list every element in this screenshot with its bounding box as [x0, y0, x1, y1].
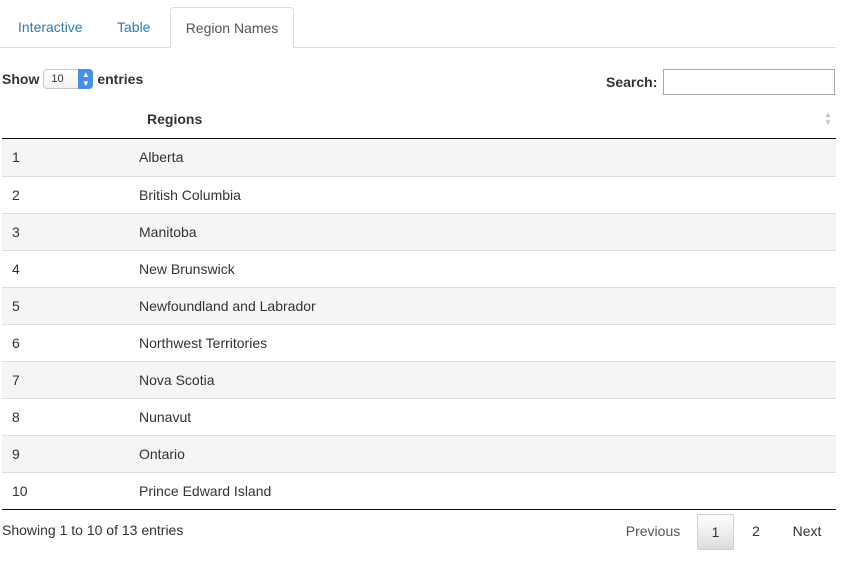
table-row: 4 New Brunswick — [2, 250, 836, 287]
table-row: 8 Nunavut — [2, 398, 836, 435]
row-number: 3 — [12, 224, 20, 240]
length-suffix-label: entries — [97, 71, 144, 87]
table-row: 1 Alberta — [2, 139, 836, 176]
table-row: 6 Northwest Territories — [2, 324, 836, 361]
region-name: Alberta — [139, 149, 184, 165]
table-row: 7 Nova Scotia — [2, 361, 836, 398]
row-number: 9 — [12, 446, 20, 462]
tab-region-names[interactable]: Region Names — [170, 7, 294, 49]
row-number: 10 — [12, 483, 28, 499]
tab-interactive[interactable]: Interactive — [2, 7, 99, 48]
region-name: British Columbia — [139, 187, 241, 203]
row-number: 2 — [12, 187, 20, 203]
pagination-page-2-button[interactable]: 2 — [739, 514, 773, 550]
region-name: Nunavut — [139, 409, 192, 425]
entries-per-page-value: 10 — [51, 73, 64, 85]
table-info: Showing 1 to 10 of 13 entries — [2, 522, 184, 538]
region-name: Ontario — [139, 446, 185, 462]
regions-table: Regions ▲ ▼ 1 Alberta 2 British Columbia 3 M… — [2, 101, 836, 510]
region-name: New Brunswick — [139, 261, 235, 277]
tab-table[interactable]: Table — [101, 7, 166, 48]
row-number: 6 — [12, 335, 20, 351]
length-prefix-label: Show — [2, 71, 40, 87]
table-row: 2 British Columbia — [2, 176, 836, 213]
pagination-previous-button[interactable]: Previous — [614, 514, 692, 550]
row-number: 5 — [12, 298, 20, 314]
entries-per-page-select[interactable]: 10 ▲ ▼ — [43, 69, 94, 89]
table-row: 9 Ontario — [2, 435, 836, 472]
search-input[interactable] — [663, 69, 836, 95]
table-row: 3 Manitoba — [2, 213, 836, 250]
region-name: Nova Scotia — [139, 372, 215, 388]
column-header-regions[interactable]: Regions — [147, 111, 202, 127]
sort-both-icon[interactable]: ▲ ▼ — [824, 111, 832, 127]
row-number: 7 — [12, 372, 20, 388]
pagination-page-1-button[interactable]: 1 — [697, 514, 734, 550]
length-control: Show 10 ▲ ▼ entries — [2, 69, 143, 89]
region-name: Prince Edward Island — [139, 483, 272, 499]
table-body: 1 Alberta 2 British Columbia 3 Manitoba 4 Ne… — [2, 139, 836, 510]
region-name: Newfoundland and Labrador — [139, 298, 316, 314]
region-name: Manitoba — [139, 224, 197, 240]
select-arrows-icon: ▲ ▼ — [78, 69, 94, 89]
row-number: 4 — [12, 261, 20, 277]
tab-bar: Interactive Table Region Names — [0, 0, 836, 49]
search-label: Search: — [606, 74, 658, 90]
pagination-next-button[interactable]: Next — [781, 514, 833, 550]
row-number: 1 — [12, 149, 20, 165]
table-header: Regions ▲ ▼ — [2, 101, 836, 139]
search-control: Search: — [606, 69, 836, 95]
row-number: 8 — [12, 409, 20, 425]
table-row: 10 Prince Edward Island — [2, 472, 836, 509]
table-row: 5 Newfoundland and Labrador — [2, 287, 836, 324]
region-name: Northwest Territories — [139, 335, 268, 351]
